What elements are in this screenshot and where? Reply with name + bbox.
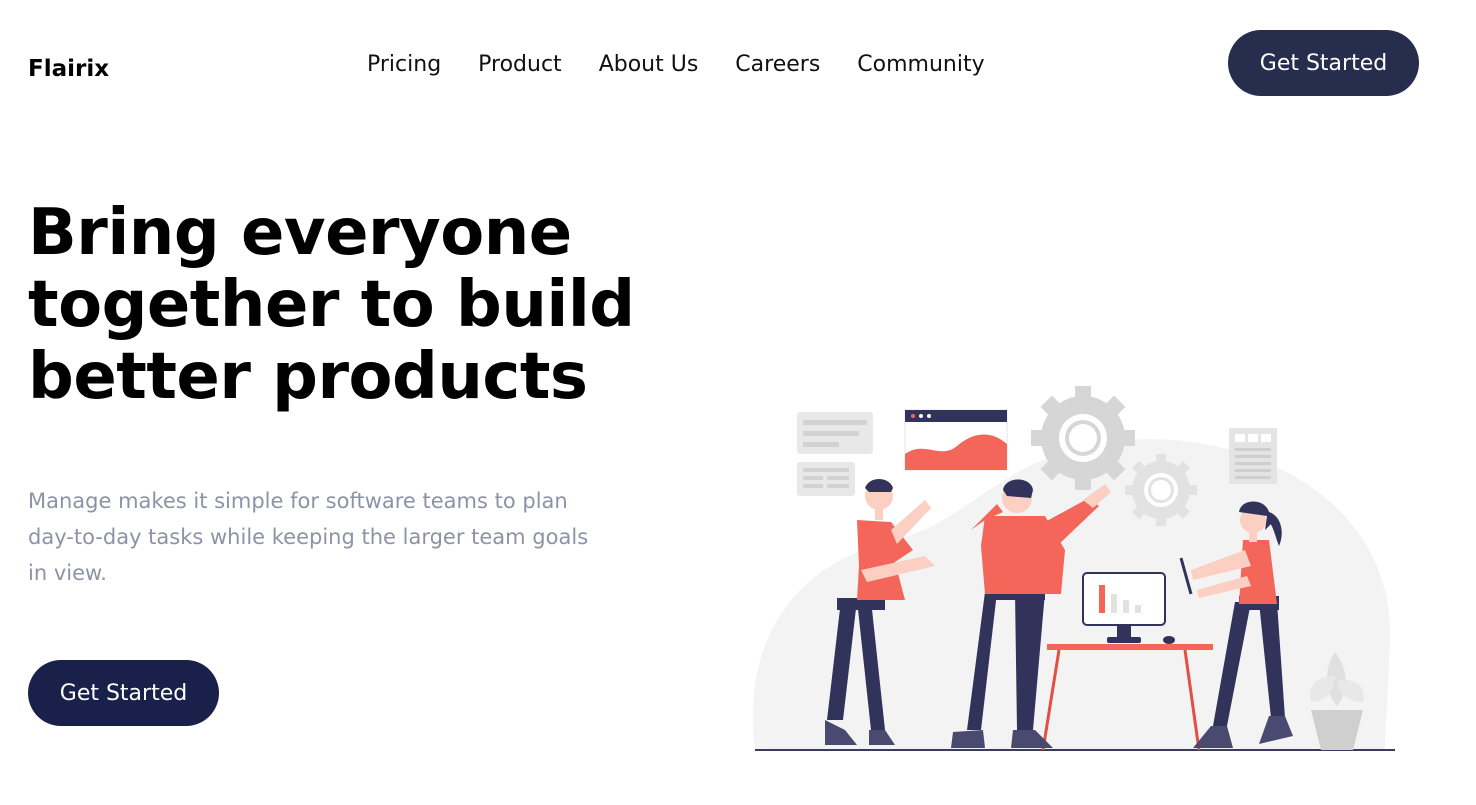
brand-logo[interactable]: Flairix: [28, 56, 109, 82]
nav-item-community[interactable]: Community: [857, 50, 984, 80]
browser-chart-icon: [904, 409, 1008, 471]
main-nav: Pricing Product About Us Careers Communi…: [367, 50, 985, 80]
hero-get-started-button[interactable]: Get Started: [28, 660, 219, 726]
text-card-icon: [797, 412, 873, 454]
nav-item-product[interactable]: Product: [478, 50, 562, 80]
team-collaboration-illustration: [752, 386, 1395, 751]
nav-item-careers[interactable]: Careers: [735, 50, 820, 80]
hero-description: Manage makes it simple for software team…: [28, 489, 589, 585]
landing-page: Flairix Pricing Product About Us Careers…: [0, 0, 1476, 805]
nav-item-about-us[interactable]: About Us: [599, 50, 699, 80]
document-icon: [1229, 428, 1277, 484]
header-get-started-button[interactable]: Get Started: [1228, 30, 1419, 96]
small-gear-icon: [1125, 454, 1197, 526]
large-gear-icon: [1031, 386, 1135, 490]
hero-headline: Bring everyone together to build better …: [28, 196, 635, 414]
nav-item-pricing[interactable]: Pricing: [367, 50, 441, 80]
table-card-icon: [797, 462, 855, 496]
